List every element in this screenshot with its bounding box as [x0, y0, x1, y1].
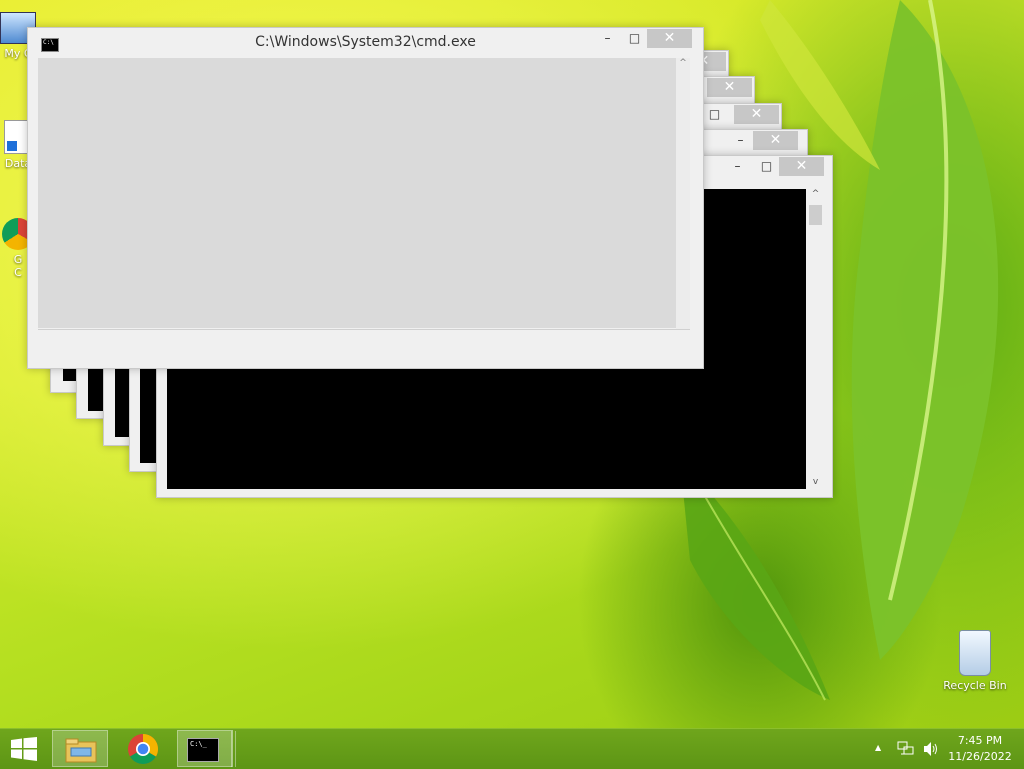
chrome-icon — [128, 734, 159, 765]
taskbar-cmd-stack-edge — [231, 731, 236, 767]
desktop-icon-label: C — [14, 266, 22, 279]
scroll-up-icon[interactable]: ^ — [676, 58, 690, 72]
cmd-icon: C:\_ — [187, 738, 219, 762]
vertical-scrollbar[interactable]: ^ — [676, 58, 690, 358]
maximize-button[interactable]: □ — [622, 29, 647, 48]
horizontal-scrollbar[interactable] — [38, 329, 690, 358]
scroll-down-icon[interactable]: v — [807, 477, 824, 487]
desktop-icon-recycle-bin[interactable]: Recycle Bin — [939, 630, 1011, 692]
start-button[interactable] — [0, 729, 48, 769]
file-explorer-icon — [65, 738, 97, 763]
vertical-scrollbar[interactable]: ^ v — [807, 189, 824, 489]
maximize-button[interactable]: □ — [754, 157, 779, 176]
taskbar-chrome[interactable] — [115, 730, 171, 767]
close-button[interactable]: ✕ — [779, 157, 824, 176]
network-icon[interactable] — [897, 741, 915, 757]
close-button[interactable]: ✕ — [753, 131, 798, 150]
close-button[interactable]: ✕ — [707, 78, 752, 97]
maximize-button[interactable]: □ — [702, 105, 727, 124]
desktop: My C Data G C Recycle Bin ✕ ✕ □ ✕ – □ ✕ … — [0, 0, 1024, 728]
start-icon — [11, 737, 37, 761]
console-area — [38, 58, 676, 328]
recycle-bin-icon — [959, 630, 991, 676]
volume-icon[interactable] — [922, 741, 940, 757]
minimize-button[interactable]: – — [725, 157, 750, 176]
scroll-up-icon[interactable]: ^ — [807, 189, 824, 205]
close-button[interactable]: ✕ — [734, 105, 779, 124]
taskbar: C:\_ ▲ 7:45 PM 11/26/2022 — [0, 728, 1024, 769]
taskbar-cmd[interactable]: C:\_ — [177, 730, 233, 767]
clock-time: 7:45 PM — [957, 734, 1003, 747]
scrollbar-thumb[interactable] — [809, 205, 822, 225]
clock[interactable]: 7:45 PM 11/26/2022 — [945, 733, 1015, 767]
desktop-icon-label: G — [13, 253, 23, 266]
close-button[interactable]: ✕ — [647, 29, 692, 48]
console-area — [88, 369, 104, 411]
minimize-button[interactable]: – — [728, 131, 753, 150]
console-area — [140, 369, 156, 463]
show-hidden-icons-button[interactable]: ▲ — [875, 743, 881, 752]
minimize-button[interactable]: – — [595, 29, 620, 48]
taskbar-file-explorer[interactable] — [52, 730, 108, 767]
cmd-window-front[interactable]: C:\ C:\Windows\System32\cmd.exe – □ ✕ ^ — [27, 27, 704, 369]
clock-date: 11/26/2022 — [948, 750, 1012, 763]
desktop-icon-label: Recycle Bin — [943, 679, 1007, 692]
